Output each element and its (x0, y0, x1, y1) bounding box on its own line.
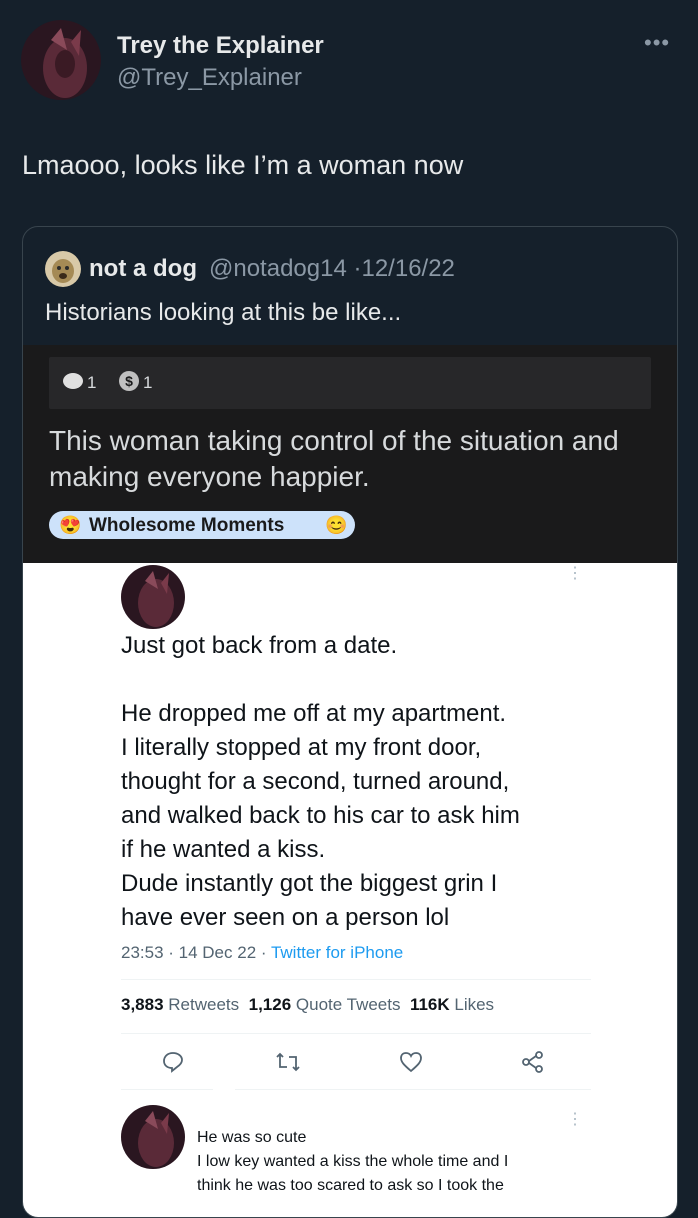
reply-avatar (121, 1105, 185, 1169)
quotes-label: Quote Tweets (295, 995, 401, 1014)
divider (121, 979, 591, 980)
retweets-label: Retweets (168, 995, 240, 1014)
reddit-flair: 😍 Wholesome Moments 😊 (49, 511, 355, 539)
quotes-count: 1,126 (248, 995, 292, 1014)
screenshot-stats: 3,883 Retweets 1,126 Quote Tweets 116K L… (121, 995, 494, 1015)
avatar-image-icon (121, 1105, 185, 1169)
screenshot-timestamp: 23:53 · 14 Dec 22 · Twitter for iPhone (121, 943, 403, 963)
quote-card[interactable]: not a dog @notadog14 ·12/16/22 Historian… (22, 226, 678, 1218)
quote-meta: @notadog14 ·12/16/22 (209, 255, 455, 283)
avatar-image-icon (21, 20, 101, 100)
tweet-text: Lmaooo, looks like I’m a woman now (22, 150, 464, 180)
dog-avatar-icon (45, 251, 81, 287)
silver-award-icon: $ (119, 371, 139, 391)
like-icon (400, 1052, 422, 1073)
author-handle[interactable]: @Trey_Explainer (117, 64, 302, 92)
quote-text: Historians looking at this be like... (45, 299, 402, 326)
quote-author-name[interactable]: not a dog (89, 255, 197, 283)
flair-label: Wholesome Moments (89, 515, 285, 536)
quote-handle[interactable]: @notadog14 (209, 255, 347, 282)
retweet-icon (276, 1052, 300, 1072)
reply-icon (163, 1052, 183, 1073)
author-avatar[interactable] (21, 20, 101, 100)
divider (235, 1089, 591, 1090)
reddit-award-bar: 1 $ 1 (49, 357, 651, 409)
reply-text-line2: I low key wanted a kiss the whole time a… (197, 1153, 509, 1170)
likes-count: 116K (409, 995, 450, 1014)
screenshot-avatar (121, 565, 185, 629)
heart-eyes-icon: 😍 (59, 515, 82, 535)
screenshot-time: 23:53 · 14 Dec 22 · (121, 943, 271, 962)
divider (121, 1089, 213, 1090)
screenshot-more-icon: ⋮ (567, 565, 583, 582)
award-icon (63, 373, 83, 389)
reply-text-line3: think he was too scared to ask so I took… (197, 1177, 504, 1194)
divider (121, 1033, 591, 1034)
award1-count: 1 (87, 373, 97, 392)
retweets-count: 3,883 (121, 995, 164, 1014)
avatar-image-icon (121, 565, 185, 629)
award2-count: 1 (143, 373, 153, 392)
quote-date[interactable]: 12/16/22 (361, 255, 454, 282)
screenshot-tweet-text: Just got back from a date. He dropped me… (121, 632, 520, 931)
quote-avatar (45, 251, 81, 287)
reddit-post-image[interactable]: 1 $ 1 This woman taking control of the s… (23, 345, 677, 563)
share-icon (522, 1051, 543, 1073)
reddit-post-title: This woman taking control of the situati… (49, 425, 619, 492)
more-dots-icon[interactable]: ••• (644, 30, 670, 56)
tweet-screenshot-image[interactable]: ⋮ Just got back from a date. He dropped … (23, 563, 677, 1217)
smile-icon: 😊 (325, 515, 348, 535)
screenshot-source: Twitter for iPhone (270, 943, 404, 962)
reply-more-icon: ⋮ (567, 1111, 583, 1128)
author-name[interactable]: Trey the Explainer (117, 32, 324, 60)
reply-text-line1: He was so cute (197, 1129, 307, 1146)
likes-label: Likes (454, 995, 495, 1014)
